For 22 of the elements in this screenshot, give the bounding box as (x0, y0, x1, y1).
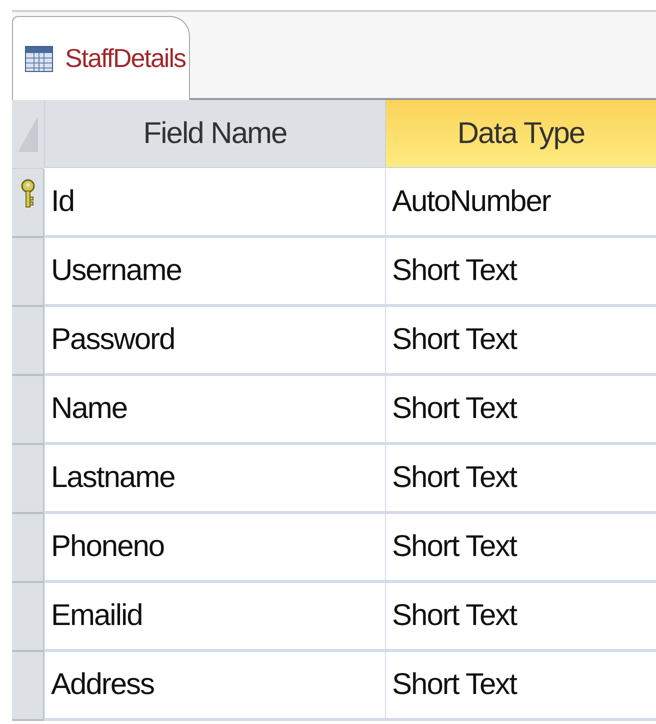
data-type-cell[interactable]: Short Text (385, 583, 656, 652)
data-type-cell[interactable]: Short Text (385, 514, 656, 583)
table-icon (25, 46, 53, 72)
field-name-cell[interactable]: Id (44, 169, 385, 238)
key-icon (20, 179, 34, 209)
field-name-cell[interactable]: Address (44, 652, 385, 721)
field-name-cell[interactable]: Username (44, 238, 385, 307)
row-selector[interactable] (12, 169, 44, 238)
data-type-cell[interactable]: Short Text (385, 238, 656, 307)
data-type-cell[interactable]: Short Text (385, 652, 656, 721)
field-name-cell[interactable]: Lastname (44, 445, 385, 514)
table-tab[interactable]: StaffDetails (12, 16, 190, 100)
field-name-cell[interactable]: Password (44, 307, 385, 376)
data-type-cell[interactable]: Short Text (385, 376, 656, 445)
data-type-cell[interactable]: Short Text (385, 445, 656, 514)
field-name-cell[interactable]: Emailid (44, 583, 385, 652)
field-name-cell[interactable]: Name (44, 376, 385, 445)
data-type-cell[interactable]: AutoNumber (385, 169, 656, 238)
column-header[interactable]: Field Name (44, 100, 385, 168)
field-name-cell[interactable]: Phoneno (44, 514, 385, 583)
data-type-cell[interactable]: Short Text (385, 307, 656, 376)
column-header[interactable]: Data Type (385, 100, 656, 168)
